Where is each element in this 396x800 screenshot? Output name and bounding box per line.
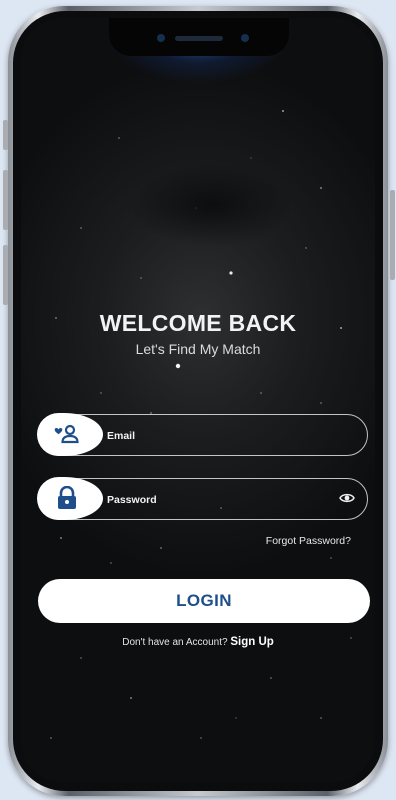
signup-prompt: Don't have an Account?	[122, 637, 228, 648]
forgot-password-link[interactable]: Forgot Password?	[266, 535, 351, 547]
welcome-subtitle: Let's Find My Match	[135, 341, 261, 357]
phone-notch	[109, 18, 289, 56]
app-logo	[129, 163, 294, 248]
email-input[interactable]	[105, 415, 329, 456]
silent-switch	[3, 120, 8, 150]
speaker-grille	[175, 36, 223, 41]
lock-icon	[58, 486, 76, 509]
email-badge	[37, 413, 103, 456]
login-screen: WELCOME BACK Let's Find My Match Forgot …	[21, 18, 375, 782]
login-button[interactable]: LOGIN	[38, 579, 370, 623]
user-heart-icon	[54, 424, 79, 444]
volume-up-button	[3, 170, 8, 230]
password-badge	[37, 477, 103, 520]
password-field[interactable]	[37, 477, 368, 520]
volume-down-button	[3, 245, 8, 305]
camera-icon	[157, 34, 165, 42]
eye-icon[interactable]	[339, 491, 355, 505]
email-field[interactable]	[37, 413, 368, 456]
signup-row: Don't have an Account? Sign Up	[21, 636, 375, 648]
sensor-icon	[241, 34, 249, 42]
signup-link[interactable]: Sign Up	[230, 636, 273, 648]
power-button	[390, 190, 395, 280]
starfield-background	[50, 110, 352, 739]
welcome-title: WELCOME BACK	[99, 310, 297, 336]
password-input[interactable]	[105, 479, 329, 520]
